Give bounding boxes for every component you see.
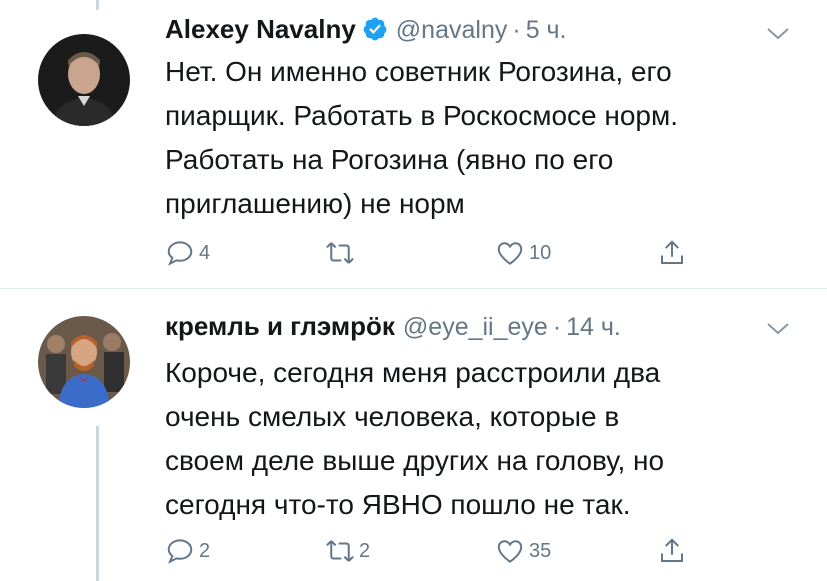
- like-count: 10: [529, 241, 552, 264]
- timestamp[interactable]: 14 ч.: [566, 313, 621, 342]
- share-icon: [661, 538, 683, 562]
- reply-icon: [167, 539, 193, 564]
- tweet-actions: 2 2 35: [165, 534, 725, 568]
- retweet-button[interactable]: 2: [325, 534, 370, 568]
- display-name[interactable]: Alexey Navalny: [165, 14, 356, 45]
- retweet-button[interactable]: [325, 236, 359, 270]
- like-button[interactable]: 35: [495, 534, 551, 568]
- share-icon: [661, 240, 683, 264]
- avatar[interactable]: [38, 316, 130, 408]
- verified-badge-icon: [362, 16, 388, 42]
- tweet-text: Короче, сегодня меня расстроили два очен…: [165, 357, 665, 520]
- reply-button[interactable]: 2: [165, 534, 210, 568]
- like-count: 35: [529, 539, 552, 562]
- tweet[interactable]: Alexey Navalny @navalny · 5 ч. Нет. Он и…: [0, 0, 827, 288]
- user-handle[interactable]: @navalny: [396, 16, 508, 45]
- tweet-text: Нет. Он именно советник Рогозина, его пи…: [165, 56, 679, 219]
- reply-count: 2: [199, 539, 211, 562]
- like-icon: [497, 540, 523, 563]
- retweet-count: 2: [359, 539, 371, 562]
- tweet[interactable]: кремль и глэмрӧк @eye_ii_eye · 14 ч. Кор…: [0, 289, 827, 581]
- retweet-icon: [326, 242, 354, 264]
- separator-dot: ·: [552, 313, 562, 341]
- reply-count: 4: [199, 241, 211, 264]
- reply-button[interactable]: 4: [165, 236, 210, 270]
- chevron-down-icon[interactable]: [766, 26, 790, 42]
- tweet-header: кремль и глэмрӧк @eye_ii_eye · 14 ч.: [165, 311, 621, 347]
- tweet-header: Alexey Navalny @navalny · 5 ч.: [165, 12, 567, 48]
- separator-dot: ·: [512, 16, 521, 44]
- share-button[interactable]: [657, 534, 687, 568]
- display-name[interactable]: кремль и глэмрӧк: [165, 311, 395, 342]
- share-button[interactable]: [657, 236, 687, 270]
- timestamp[interactable]: 5 ч.: [526, 16, 567, 45]
- avatar[interactable]: [38, 34, 130, 126]
- tweet-actions: 4 10: [165, 236, 725, 270]
- like-button[interactable]: 10: [495, 236, 551, 270]
- user-handle[interactable]: @eye_ii_eye: [403, 313, 548, 342]
- like-icon: [497, 242, 523, 265]
- retweet-icon: [326, 540, 354, 562]
- reply-icon: [167, 241, 193, 266]
- chevron-down-icon[interactable]: [766, 321, 790, 337]
